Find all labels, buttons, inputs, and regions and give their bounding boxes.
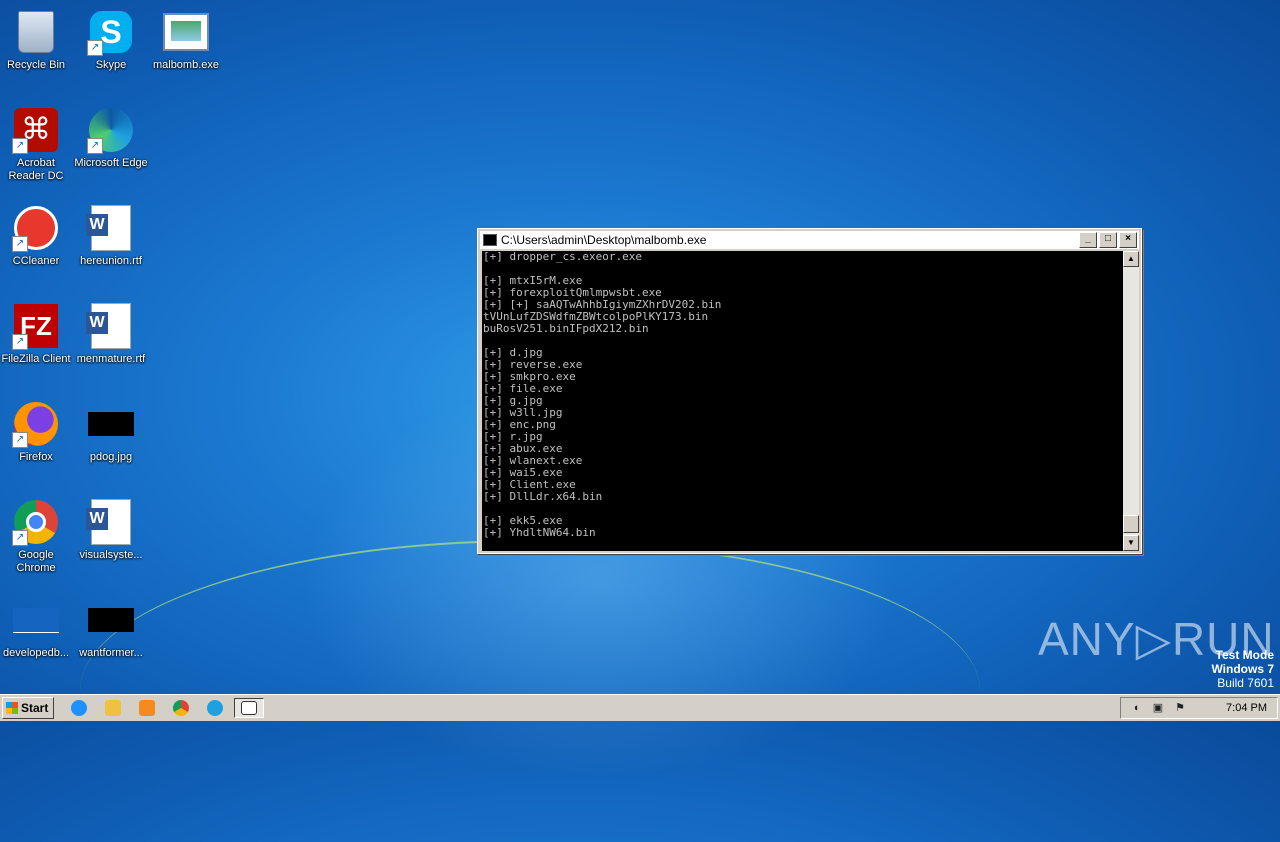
console-line: [+] w3ll.jpg [483, 406, 563, 419]
scroll-up-button[interactable]: ▲ [1123, 251, 1139, 267]
desktop-icon-filezilla[interactable]: FZ ↗ FileZilla Client [0, 302, 74, 366]
console-line: [+] YhdltNW64.bin [483, 526, 596, 539]
desktop-icon-acrobat[interactable]: ⌘ ↗ Acrobat Reader DC [0, 106, 74, 183]
console-window[interactable]: C:\Users\admin\Desktop\malbomb.exe _ □ ×… [477, 228, 1142, 554]
console-line: [+] g.jpg [483, 394, 543, 407]
word-doc-icon [86, 499, 131, 545]
desktop-icon-label: wantformer... [79, 647, 143, 659]
desktop-icon-label: Skype [95, 59, 127, 71]
start-button[interactable]: Start [2, 697, 54, 719]
console-line: [+] reverse.exe [483, 358, 583, 371]
desktop-icon-wantformer[interactable]: wantformer... [73, 596, 149, 660]
shortcut-arrow-icon: ↗ [87, 138, 103, 154]
desktop-icon-label: Recycle Bin [6, 59, 66, 71]
console-line: [+] DllLdr.x64.bin [483, 490, 603, 503]
console-line: buRosV251.binIFpdX212.bin [483, 322, 649, 335]
desktop-icon-menmature[interactable]: menmature.rtf [73, 302, 149, 366]
taskbar-edge-icon[interactable] [204, 698, 226, 718]
image-thumb-icon [13, 607, 59, 633]
taskbar-ie-icon[interactable] [68, 698, 90, 718]
volume-icon[interactable]: ◖ [1129, 702, 1143, 715]
desktop-icon-label: pdog.jpg [89, 451, 133, 463]
console-titlebar[interactable]: C:\Users\admin\Desktop\malbomb.exe _ □ × [480, 231, 1139, 249]
desktop-icon-recycle-bin[interactable]: Recycle Bin [0, 8, 74, 72]
os-label: Windows 7 [1211, 662, 1274, 676]
shortcut-arrow-icon: ↗ [12, 236, 28, 252]
taskbar-chrome-icon[interactable] [170, 698, 192, 718]
taskbar: Start ◖ ▣ ⚑ 7:04 PM [0, 694, 1280, 721]
console-title: C:\Users\admin\Desktop\malbomb.exe [501, 233, 707, 247]
console-line: [+] smkpro.exe [483, 370, 576, 383]
system-tray: ◖ ▣ ⚑ 7:04 PM [1120, 697, 1278, 719]
maximize-button[interactable]: □ [1099, 232, 1117, 248]
test-mode-label: Test Mode [1215, 648, 1274, 662]
close-button[interactable]: × [1119, 232, 1137, 248]
shortcut-arrow-icon: ↗ [12, 334, 28, 350]
recycle-bin-icon [18, 11, 54, 53]
minimize-button[interactable]: _ [1079, 232, 1097, 248]
console-line: [+] enc.png [483, 418, 556, 431]
word-doc-icon [86, 303, 131, 349]
desktop-icon-skype[interactable]: S ↗ Skype [73, 8, 149, 72]
desktop-icon-edge[interactable]: ↗ Microsoft Edge [73, 106, 149, 170]
shortcut-arrow-icon: ↗ [87, 40, 103, 56]
shortcut-arrow-icon: ↗ [12, 138, 28, 154]
network-icon[interactable]: ▣ [1151, 702, 1165, 715]
build-label: Build 7601 [1217, 676, 1274, 690]
exe-file-icon [163, 13, 209, 51]
vertical-scrollbar[interactable]: ▲ ▼ [1123, 251, 1139, 551]
desktop-icon-label: Google Chrome [16, 549, 56, 574]
desktop-icon-label: visualsyste... [79, 549, 143, 561]
word-doc-icon [86, 205, 131, 251]
desktop-icon-malbomb[interactable]: malbomb.exe [148, 8, 224, 72]
action-center-flag-icon[interactable]: ⚑ [1173, 702, 1187, 715]
console-line: [+] wai5.exe [483, 466, 563, 479]
wallpaper-curve [80, 540, 980, 842]
desktop-icon-chrome[interactable]: ↗ Google Chrome [0, 498, 74, 575]
desktop-icon-label: Acrobat Reader DC [8, 157, 64, 182]
shortcut-arrow-icon: ↗ [12, 530, 28, 546]
desktop-icon-label: developedb... [2, 647, 70, 659]
taskbar-explorer-icon[interactable] [102, 698, 124, 718]
desktop-icon-label: hereunion.rtf [80, 255, 142, 267]
taskbar-media-player-icon[interactable] [136, 698, 158, 718]
desktop-icon-label: FileZilla Client [1, 353, 71, 365]
image-thumb-icon [88, 608, 134, 632]
console-line: [+] wlanext.exe [483, 454, 583, 467]
clock[interactable]: 7:04 PM [1226, 702, 1267, 714]
desktop-icon-firefox[interactable]: ↗ Firefox [0, 400, 74, 464]
console-line: [+] dropper_cs.exeor.exe [483, 251, 642, 263]
scroll-thumb[interactable] [1123, 515, 1139, 533]
console-output[interactable]: [+] dropper_cs.exeor.exe [+] mtxI5rM.exe… [482, 251, 1123, 551]
desktop-icon-pdog[interactable]: pdog.jpg [73, 400, 149, 464]
console-line: [+] r.jpg [483, 430, 543, 443]
desktop-icon-label: Firefox [19, 451, 53, 463]
test-mode-notice: Test Mode Windows 7 Build 7601 [1211, 648, 1274, 690]
desktop-icon-hereunion[interactable]: hereunion.rtf [73, 204, 149, 268]
desktop-icon-label: Microsoft Edge [74, 157, 148, 169]
taskbar-console-button[interactable] [234, 698, 264, 718]
console-app-icon [483, 234, 497, 246]
desktop-icon-developedb[interactable]: developedb... [0, 596, 74, 660]
desktop-icon-label: malbomb.exe [152, 59, 220, 71]
image-thumb-icon [88, 412, 134, 436]
desktop-icon-label: CCleaner [12, 255, 60, 267]
desktop-icon-label: menmature.rtf [76, 353, 146, 365]
console-line: [+] file.exe [483, 382, 563, 395]
desktop-icon-visualsyste[interactable]: visualsyste... [73, 498, 149, 562]
shortcut-arrow-icon: ↗ [12, 432, 28, 448]
desktop-icon-ccleaner[interactable]: ↗ CCleaner [0, 204, 74, 268]
scroll-down-button[interactable]: ▼ [1123, 535, 1139, 551]
